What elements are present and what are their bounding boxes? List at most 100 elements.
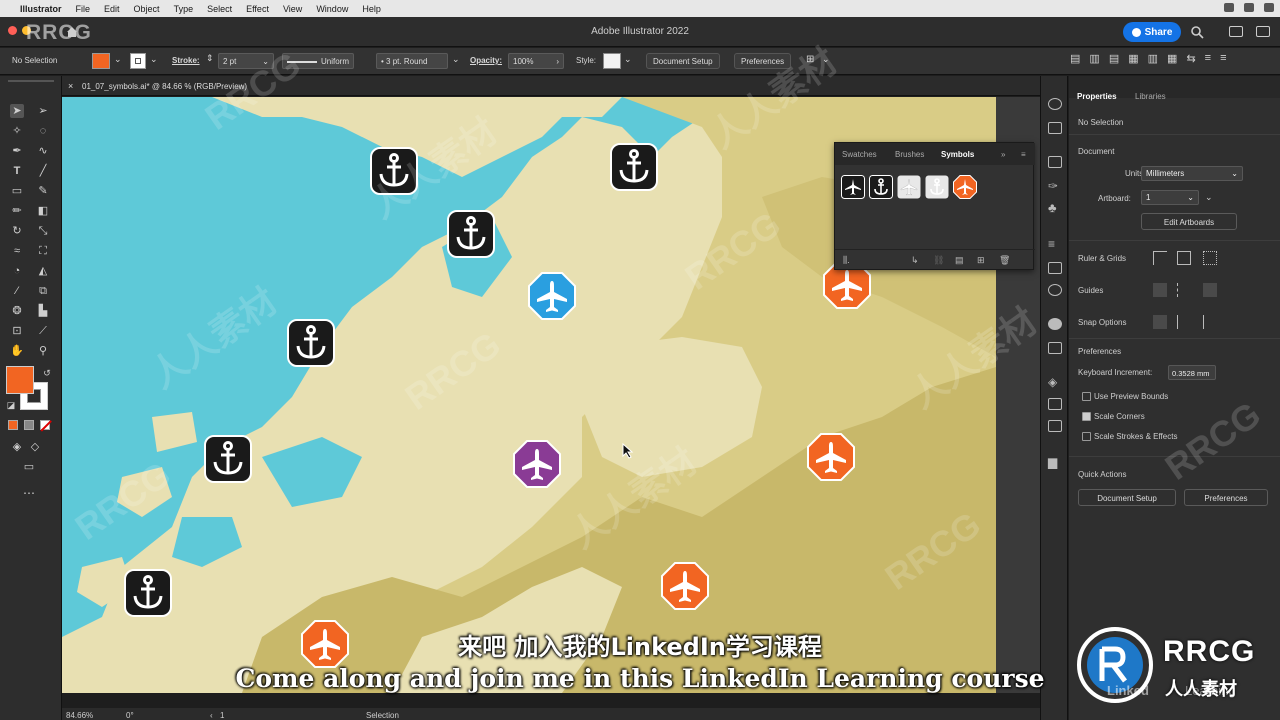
menu-file[interactable]: File (76, 4, 91, 14)
stroke-dropdown-chevron-icon[interactable]: ⌄ (150, 54, 158, 65)
marker-airplane-purple[interactable] (513, 440, 561, 488)
marker-anchor-6[interactable] (124, 569, 172, 617)
rectangle-tool-icon[interactable]: ▭ (10, 184, 24, 198)
magic-wand-tool-icon[interactable]: ✧ (10, 124, 24, 138)
menu-help[interactable]: Help (362, 4, 381, 14)
menu-illustrator[interactable]: Illustrator (20, 4, 62, 14)
tab-swatches[interactable]: Swatches (842, 150, 877, 159)
marker-anchor-3[interactable] (447, 210, 495, 258)
align-right-icon[interactable]: ▤ (1109, 52, 1119, 65)
paintbrush-tool-icon[interactable]: ✎ (36, 184, 50, 198)
artboard-nav-prev-icon[interactable]: ‹ (210, 711, 213, 720)
panel-collapse-icon[interactable]: » (1001, 150, 1005, 159)
pencil-tool-icon[interactable]: ✏ (10, 204, 24, 218)
quick-preferences-button[interactable]: Preferences (1184, 489, 1268, 506)
symbol-swatch-airplane-white[interactable] (897, 175, 921, 199)
scale-corners-checkbox[interactable] (1082, 412, 1091, 421)
brush-chevron-icon[interactable]: ⌄ (452, 54, 460, 65)
place-symbol-icon[interactable]: ↳ (911, 255, 919, 266)
gradient-mode-icon[interactable] (24, 420, 34, 430)
document-setup-button[interactable]: Document Setup (646, 53, 720, 69)
graphic-styles-icon[interactable] (1048, 342, 1062, 354)
blend-tool-icon[interactable]: ⧉ (36, 284, 50, 298)
tab-brushes[interactable]: Brushes (895, 150, 924, 159)
graphic-style-swatch[interactable] (603, 53, 621, 69)
symbols-icon[interactable]: ♣ (1048, 201, 1062, 214)
slice-tool-icon[interactable]: ⟋ (36, 324, 50, 338)
marker-anchor-4[interactable] (287, 319, 335, 367)
arrange-documents-icon[interactable] (1229, 26, 1243, 37)
units-select[interactable]: Millimeters ⌄ (1141, 166, 1243, 181)
line-tool-icon[interactable]: ╱ (36, 164, 50, 178)
show-guides-icon[interactable] (1153, 283, 1167, 297)
pixel-grid-icon[interactable] (1203, 251, 1217, 265)
style-chevron-icon[interactable]: ⌄ (624, 54, 632, 65)
pen-tool-icon[interactable]: ✒ (10, 144, 24, 158)
close-tab-icon[interactable]: × (68, 81, 73, 91)
delete-symbol-icon[interactable]: 🗑 (999, 255, 1010, 266)
stroke-stepper-icon[interactable]: ⇕ (206, 53, 214, 64)
transparency-icon[interactable] (1048, 284, 1062, 296)
keyboard-increment-field[interactable]: 0.3528 mm (1168, 365, 1216, 380)
zoom-tool-icon[interactable]: ⚲ (36, 344, 50, 358)
fill-dropdown-chevron-icon[interactable]: ⌄ (114, 54, 122, 65)
control-center-icon[interactable] (1224, 3, 1234, 12)
edit-toolbar-icon[interactable]: ⋯ (22, 486, 36, 500)
screen-mode-icon[interactable]: ▭ (22, 460, 36, 474)
toolbar-grip[interactable] (8, 80, 54, 82)
new-symbol-icon[interactable]: ⊞ (977, 255, 985, 266)
symbol-swatch-airplane-black[interactable] (841, 175, 865, 199)
align-bottom-icon[interactable]: ▦ (1167, 52, 1177, 65)
marker-anchor-2[interactable] (610, 143, 658, 191)
menu-type[interactable]: Type (174, 4, 194, 14)
tab-libraries[interactable]: Libraries (1135, 92, 1166, 101)
workspace-switcher-icon[interactable] (1256, 26, 1270, 37)
stroke-color-swatch[interactable] (130, 53, 146, 69)
swatches-icon[interactable] (1048, 156, 1062, 168)
distribute-icon[interactable]: ⇆ (1186, 52, 1195, 65)
draw-inside-icon[interactable]: ◇ (28, 440, 42, 454)
document-tab[interactable]: × 01_07_symbols.ai* @ 84.66 % (RGB/Previ… (62, 76, 1040, 96)
marker-airplane-orange-2[interactable] (807, 433, 855, 481)
rulers-icon[interactable] (1153, 251, 1167, 265)
smart-guides-icon[interactable] (1203, 283, 1217, 297)
marker-anchor-5[interactable] (204, 435, 252, 483)
menu-window[interactable]: Window (316, 4, 348, 14)
align-center-icon[interactable]: ▥ (1089, 52, 1099, 65)
artboard-number[interactable]: 1 (220, 711, 224, 720)
menu-edit[interactable]: Edit (104, 4, 120, 14)
align-top-icon[interactable]: ▦ (1128, 52, 1138, 65)
comments-icon[interactable]: ▆ (1048, 456, 1062, 468)
grid-icon[interactable] (1177, 251, 1191, 265)
stroke-label[interactable]: Stroke: (172, 56, 200, 65)
snap-to-grid-icon[interactable] (1177, 315, 1191, 329)
eyedropper-tool-icon[interactable]: ⁄ (10, 284, 24, 298)
color-panel-icon[interactable] (1048, 98, 1062, 110)
free-transform-tool-icon[interactable]: ⛶ (36, 244, 50, 258)
opacity-field[interactable]: 100% › (508, 53, 564, 69)
menu-effect[interactable]: Effect (246, 4, 269, 14)
graph-tool-icon[interactable]: ▙ (36, 304, 50, 318)
none-mode-icon[interactable] (40, 420, 52, 432)
more-options-icon[interactable]: ≡ (1205, 52, 1211, 65)
symbol-swatch-anchor-black[interactable] (869, 175, 893, 199)
panel-menu-icon[interactable]: ≡ (1220, 52, 1226, 65)
symbol-sprayer-tool-icon[interactable]: ❂ (10, 304, 24, 318)
artboard-tool-icon[interactable]: ⊡ (10, 324, 24, 338)
snap-to-pixel-icon[interactable] (1203, 315, 1217, 329)
appearance-icon[interactable] (1048, 318, 1062, 330)
quick-document-setup-button[interactable]: Document Setup (1078, 489, 1176, 506)
gradient-icon[interactable] (1048, 262, 1062, 274)
symbol-swatch-airplane-orange[interactable] (953, 175, 977, 199)
break-link-icon[interactable]: ⛓ (933, 255, 944, 266)
type-tool-icon[interactable]: T (10, 164, 24, 178)
lasso-tool-icon[interactable]: ◌ (36, 124, 50, 138)
use-preview-bounds-checkbox[interactable] (1082, 392, 1091, 401)
curvature-tool-icon[interactable]: ∿ (36, 144, 50, 158)
menu-object[interactable]: Object (134, 4, 160, 14)
warp-tool-icon[interactable]: ≈ (10, 244, 24, 258)
rotation-value[interactable]: 0° (126, 711, 134, 720)
export-icon[interactable] (1048, 398, 1062, 410)
marker-airplane-orange-3[interactable] (661, 562, 709, 610)
color-guide-icon[interactable] (1048, 122, 1062, 134)
